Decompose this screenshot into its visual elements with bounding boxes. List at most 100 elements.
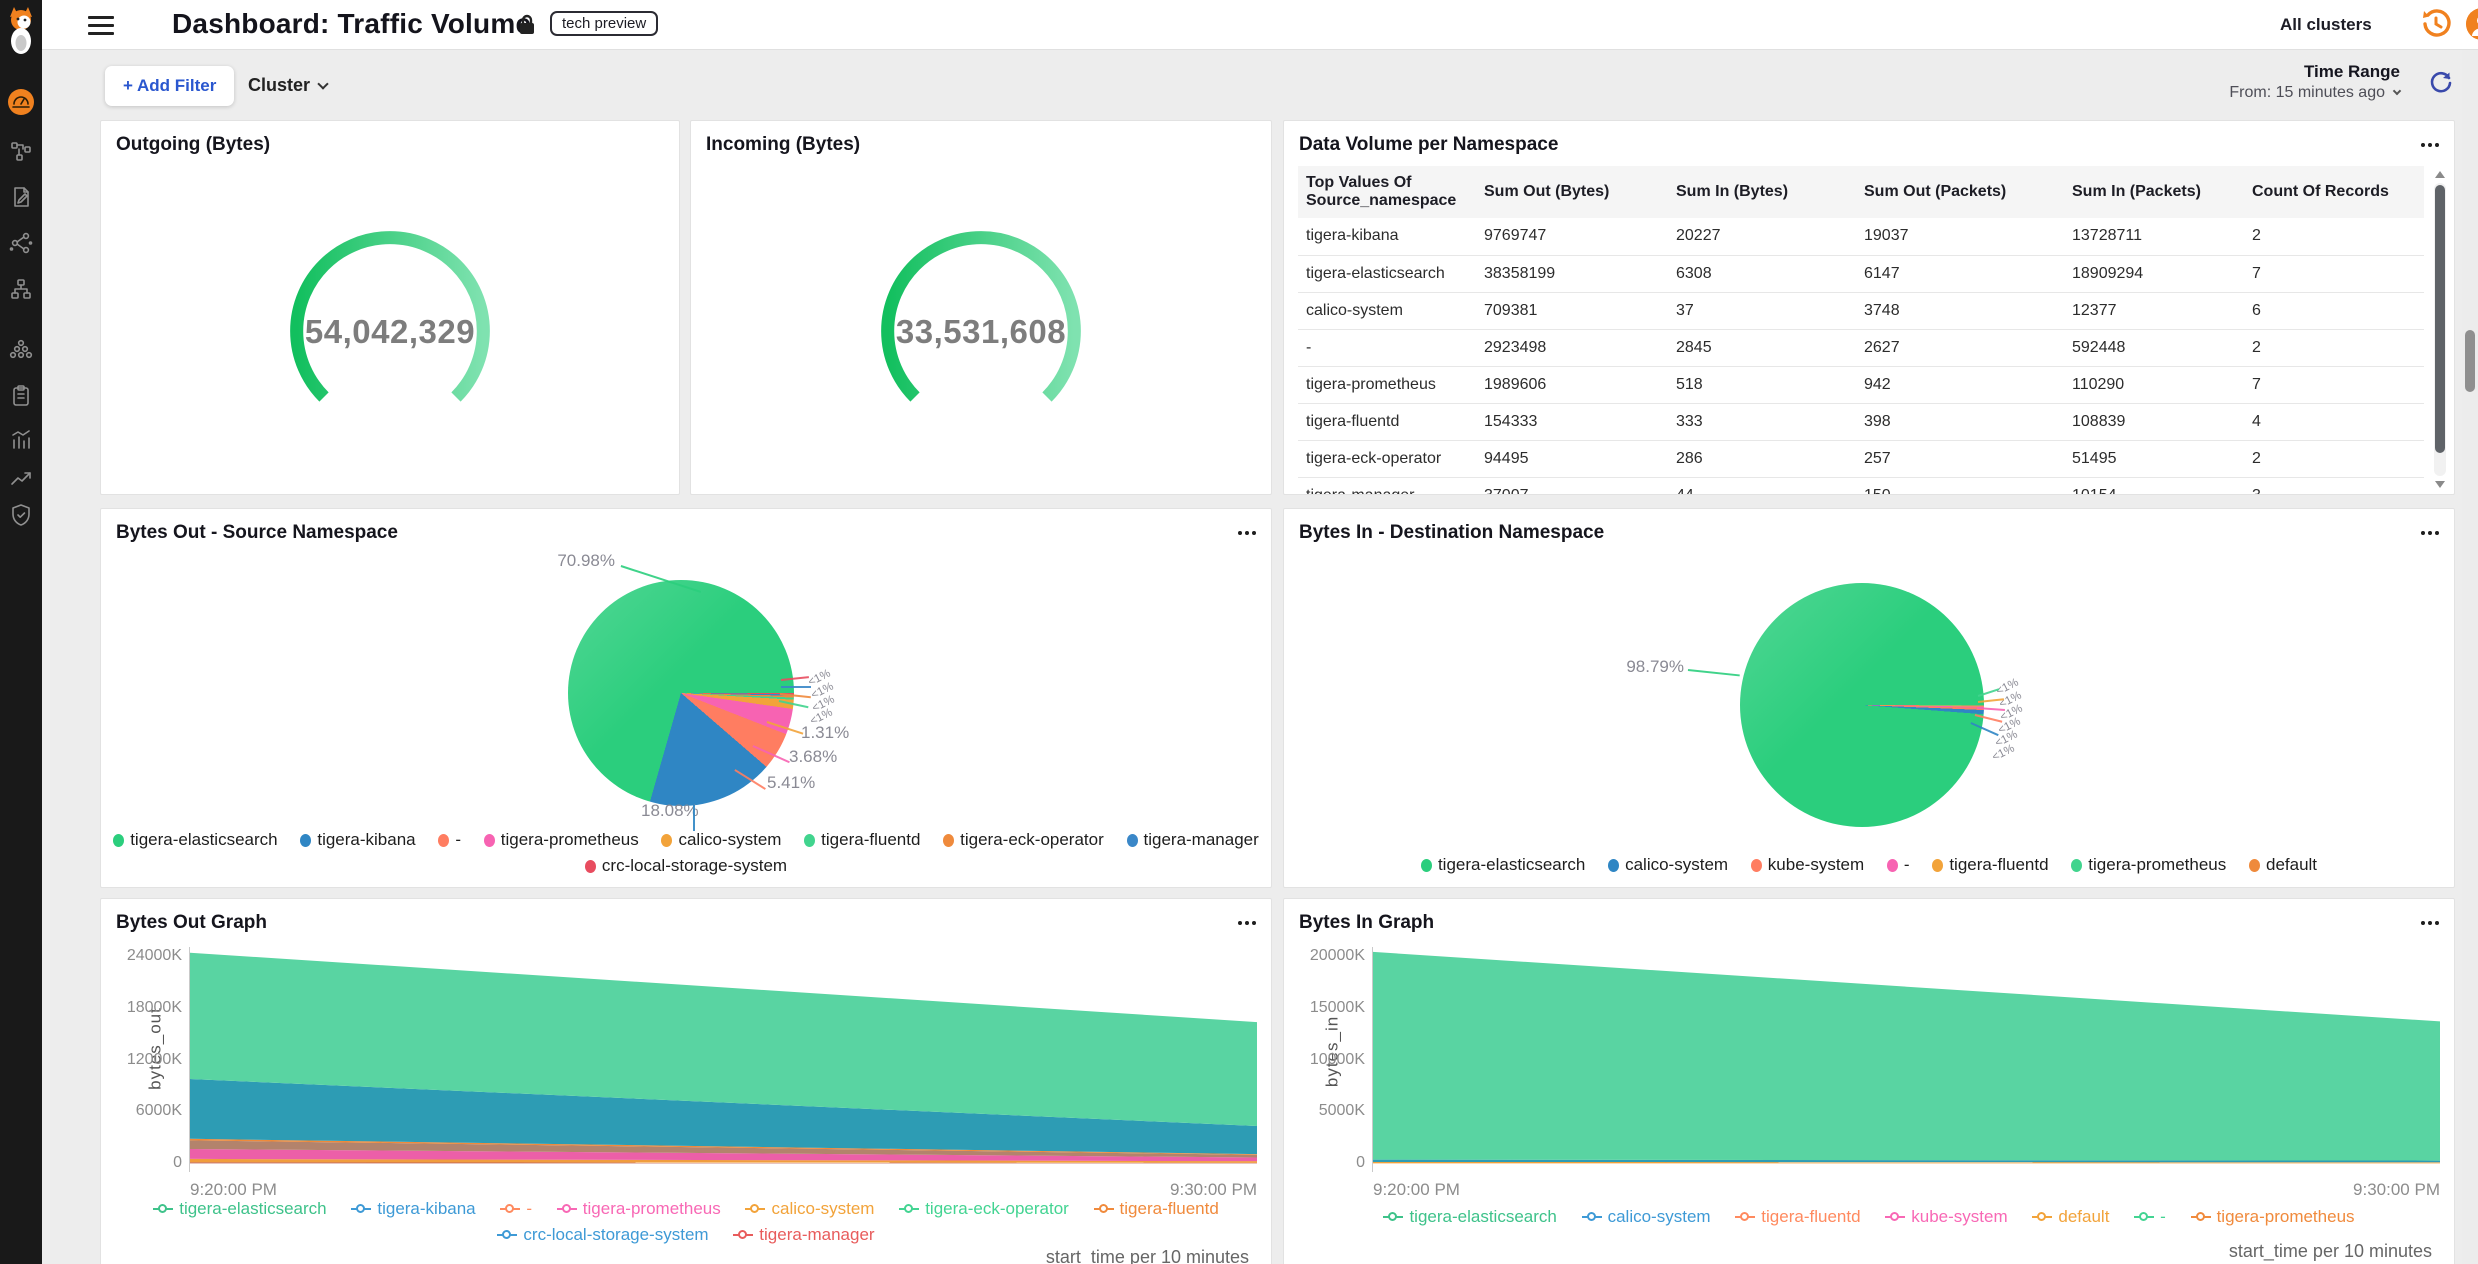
statistics-icon[interactable] xyxy=(8,426,34,452)
series-marker-icon xyxy=(500,1203,520,1215)
legend-item[interactable]: tigera-elasticsearch xyxy=(1421,855,1585,875)
bytes-out-pie-chart[interactable] xyxy=(568,580,794,806)
y-tick: 20000K xyxy=(1295,947,1365,965)
cell: tigera-fluentd xyxy=(1298,403,1476,440)
cell: 1989606 xyxy=(1476,366,1668,403)
scroll-down-icon[interactable] xyxy=(2435,481,2445,488)
panel-menu-icon[interactable] xyxy=(2428,921,2432,925)
legend-item[interactable]: default xyxy=(2249,855,2317,875)
panel-title: Incoming (Bytes) xyxy=(706,134,860,156)
legend-item[interactable]: calico-system xyxy=(661,830,781,850)
y-tick: 5000K xyxy=(1295,1102,1365,1120)
calico-cat-logo[interactable] xyxy=(3,5,39,55)
column-header[interactable]: Sum Out (Bytes) xyxy=(1476,166,1668,218)
legend-item[interactable]: crc-local-storage-system xyxy=(585,856,787,876)
endpoints-icon[interactable] xyxy=(8,230,34,256)
series-marker-icon xyxy=(557,1203,577,1215)
cluster-scope-label[interactable]: All clusters xyxy=(2280,15,2372,35)
column-header[interactable]: Sum In (Bytes) xyxy=(1668,166,1856,218)
column-header[interactable]: Sum In (Packets) xyxy=(2064,166,2244,218)
user-avatar-icon[interactable] xyxy=(2466,8,2478,40)
legend-item[interactable]: tigera-fluentd xyxy=(804,830,920,850)
legend-item[interactable]: tigera-manager xyxy=(733,1225,874,1245)
refresh-icon[interactable] xyxy=(2428,70,2454,96)
legend-item[interactable]: kube-system xyxy=(1885,1207,2007,1227)
cluster-filter-dropdown[interactable]: Cluster xyxy=(248,75,327,96)
legend-item[interactable]: tigera-elasticsearch xyxy=(113,830,277,850)
legend-item[interactable]: calico-system xyxy=(745,1199,874,1219)
legend-item[interactable]: - xyxy=(438,830,461,850)
legend-item[interactable]: tigera-elasticsearch xyxy=(153,1199,326,1219)
panel-menu-icon[interactable] xyxy=(1245,531,1249,535)
legend-item[interactable]: tigera-kibana xyxy=(351,1199,475,1219)
legend-dot xyxy=(2071,859,2082,872)
legend-item[interactable]: tigera-prometheus xyxy=(2071,855,2226,875)
panel-title: Bytes Out Graph xyxy=(116,912,267,934)
legend-item[interactable]: tigera-manager xyxy=(1127,830,1259,850)
legend-item[interactable]: tigera-fluentd xyxy=(1094,1199,1219,1219)
legend-item[interactable]: - xyxy=(1887,855,1910,875)
bytes-in-area-chart[interactable]: bytes_in 20000K 15000K 10000K 5000K 0 9:… xyxy=(1372,947,2440,1172)
legend-item[interactable]: calico-system xyxy=(1608,855,1728,875)
leader-line xyxy=(1688,669,1740,676)
y-axis-label: bytes_out xyxy=(145,1007,165,1090)
panel-title: Outgoing (Bytes) xyxy=(116,134,270,156)
cell: 18909294 xyxy=(2064,255,2244,292)
legend-item[interactable]: tigera-fluentd xyxy=(1932,855,2048,875)
add-filter-button[interactable]: + Add Filter xyxy=(105,66,234,106)
legend-item[interactable]: tigera-prometheus xyxy=(557,1199,721,1219)
y-tick: 6000K xyxy=(112,1102,182,1120)
bytes-out-area-chart[interactable]: bytes_out 24000K 18000K 12000K 6000K 0 9… xyxy=(189,947,1257,1172)
column-header[interactable]: Count Of Records xyxy=(2244,166,2424,218)
legend-item[interactable]: tigera-kibana xyxy=(300,830,415,850)
bytes-in-pie-chart[interactable] xyxy=(1740,583,1984,827)
legend-item[interactable]: kube-system xyxy=(1751,855,1864,875)
legend-item[interactable]: tigera-elasticsearch xyxy=(1383,1207,1556,1227)
namespace-table: Top Values Of Source_namespace Sum Out (… xyxy=(1298,166,2424,494)
threat-defense-icon[interactable] xyxy=(8,502,34,528)
menu-icon[interactable] xyxy=(88,16,114,35)
series-marker-icon xyxy=(1735,1211,1755,1223)
cell: 518 xyxy=(1668,366,1856,403)
trends-icon[interactable] xyxy=(8,466,34,492)
series-marker-icon xyxy=(899,1203,919,1215)
legend-item[interactable]: tigera-eck-operator xyxy=(943,830,1104,850)
history-icon[interactable] xyxy=(2420,8,2452,40)
cell: 154333 xyxy=(1476,403,1668,440)
table-scrollbar[interactable] xyxy=(2434,183,2446,476)
legend-item[interactable]: crc-local-storage-system xyxy=(497,1225,708,1245)
cell: 942 xyxy=(1856,366,2064,403)
series-marker-icon xyxy=(1383,1211,1403,1223)
service-graph-icon[interactable] xyxy=(8,138,34,164)
series-marker-icon xyxy=(1885,1211,1905,1223)
network-icon[interactable] xyxy=(8,276,34,302)
page-scrollbar[interactable] xyxy=(2462,50,2478,1264)
cell: 709381 xyxy=(1476,292,1668,329)
bytes-out-graph-panel: Bytes Out Graph bytes_out 24000K 18000K … xyxy=(100,898,1272,1264)
cell: tigera-kibana xyxy=(1298,218,1476,255)
time-range-value[interactable]: From: 15 minutes ago xyxy=(2150,84,2400,102)
panel-menu-icon[interactable] xyxy=(2428,143,2432,147)
dashboards-icon[interactable] xyxy=(8,89,34,115)
legend-item[interactable]: tigera-eck-operator xyxy=(899,1199,1069,1219)
compliance-icon[interactable] xyxy=(8,383,34,409)
legend-dot xyxy=(113,834,124,847)
cell: 19037 xyxy=(1856,218,2064,255)
legend-item[interactable]: - xyxy=(500,1199,532,1219)
legend-item[interactable]: tigera-prometheus xyxy=(2191,1207,2355,1227)
legend-dot xyxy=(1127,834,1138,847)
column-header[interactable]: Sum Out (Packets) xyxy=(1856,166,2064,218)
legend-item[interactable]: tigera-prometheus xyxy=(484,830,639,850)
cell: tigera-elasticsearch xyxy=(1298,255,1476,292)
legend-item[interactable]: tigera-fluentd xyxy=(1735,1207,1860,1227)
policies-icon[interactable] xyxy=(8,184,34,210)
panel-menu-icon[interactable] xyxy=(2428,531,2432,535)
scroll-up-icon[interactable] xyxy=(2435,171,2445,178)
panel-menu-icon[interactable] xyxy=(1245,921,1249,925)
column-header[interactable]: Top Values Of Source_namespace xyxy=(1298,166,1476,218)
pie-label: 1.31% xyxy=(801,723,849,743)
legend-item[interactable]: - xyxy=(2134,1207,2166,1227)
legend-item[interactable]: calico-system xyxy=(1582,1207,1711,1227)
legend-item[interactable]: default xyxy=(2032,1207,2109,1227)
managed-clusters-icon[interactable] xyxy=(8,337,34,363)
